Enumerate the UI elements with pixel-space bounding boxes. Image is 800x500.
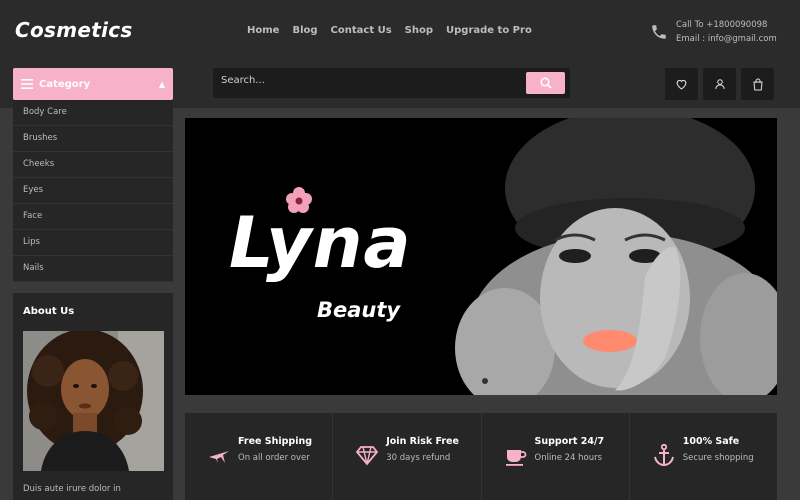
contact-info: Call To +1800090098 Email : info@gmail.c… [650,18,777,46]
feature-title: Support 24/7 [534,436,605,447]
category-button[interactable]: Category ▲ [13,68,173,100]
hero-title: Lyna [229,202,412,284]
chevron-up-icon: ▲ [158,79,165,89]
category-item-brushes[interactable]: Brushes [13,126,173,152]
shopping-bag-icon [752,78,763,90]
feature-free-shipping: Free Shipping On all order over [185,413,334,500]
feature-title: 100% Safe [682,436,740,447]
user-icon [714,79,725,90]
wishlist-button[interactable] [665,68,698,100]
heart-icon [676,79,687,90]
category-item-nails[interactable]: Nails [13,256,173,282]
about-us-title: About Us [23,306,75,317]
phone-icon [652,25,666,39]
contact-email: Email : info@gmail.com [676,34,777,44]
feature-subtitle: Online 24 hours [534,453,603,463]
category-item-eyes[interactable]: Eyes [13,178,173,204]
category-label: Category [39,78,91,90]
top-header: Cosmetics Home Blog Contact Us Shop Upgr… [0,0,800,62]
search-icon [539,77,552,89]
cart-button[interactable] [741,68,774,100]
nav-shop[interactable]: Shop [405,25,433,36]
feature-title: Free Shipping [238,436,313,447]
nav-contact-us[interactable]: Contact Us [331,25,392,36]
anchor-icon [653,443,674,467]
cup-icon [505,450,526,466]
woman-portrait-image [23,331,164,471]
search-button[interactable] [526,72,565,94]
about-us-panel: About Us Duis aute irure dolor in [13,293,173,500]
nav-upgrade-to-pro[interactable]: Upgrade to Pro [446,25,532,36]
category-item-cheeks[interactable]: Cheeks [13,152,173,178]
search-box [213,68,570,98]
category-item-body-care[interactable]: Body Care [13,100,173,126]
feature-safe: 100% Safe Secure shopping [630,413,777,500]
feature-support: Support 24/7 Online 24 hours [482,413,630,500]
nav-blog[interactable]: Blog [292,25,317,36]
about-us-text: Duis aute irure dolor in [23,484,121,494]
site-logo[interactable]: Cosmetics [15,18,133,42]
features-strip: Free Shipping On all order over Join Ris… [185,413,777,500]
plane-icon [209,451,229,463]
feature-subtitle: On all order over [238,453,310,463]
category-item-lips[interactable]: Lips [13,230,173,256]
feature-title: Join Risk Free [386,436,459,447]
model-portrait-image [445,118,777,395]
contact-call: Call To +1800090098 [676,20,768,30]
feature-subtitle: 30 days refund [386,453,451,463]
menu-icon [21,79,33,89]
carousel-dot[interactable] [482,378,488,384]
feature-join-risk-free: Join Risk Free 30 days refund [333,413,482,500]
category-list: Body Care Brushes Cheeks Eyes Face Lips … [13,100,173,282]
hero-subtitle: Beauty [317,298,401,322]
main-nav: Home Blog Contact Us Shop Upgrade to Pro [247,25,545,36]
hero-banner[interactable]: Lyna Beauty [185,118,777,395]
about-us-photo [23,331,164,471]
nav-home[interactable]: Home [247,25,279,36]
diamond-icon [356,446,379,466]
feature-subtitle: Secure shopping [682,453,754,463]
search-input[interactable] [221,75,521,86]
category-item-face[interactable]: Face [13,204,173,230]
account-button[interactable] [703,68,736,100]
